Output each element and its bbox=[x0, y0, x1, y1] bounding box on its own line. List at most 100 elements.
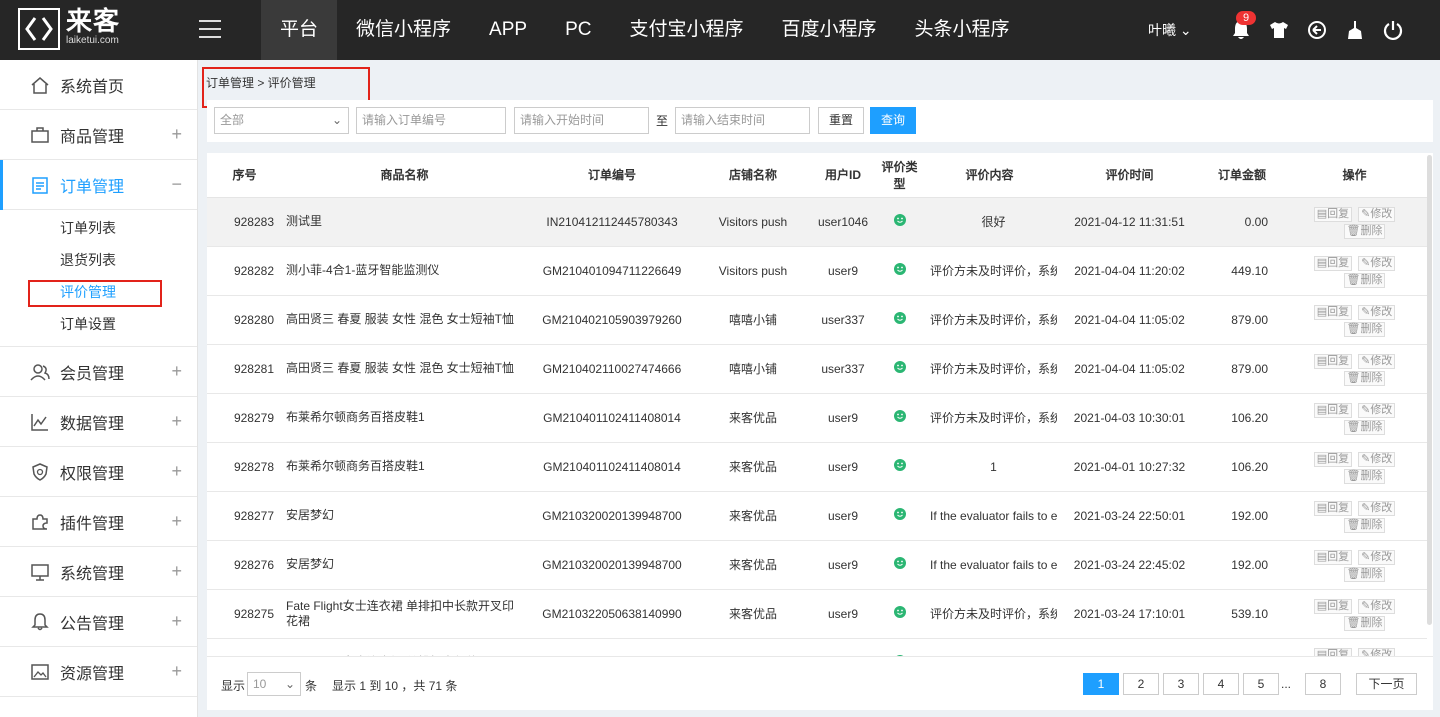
edit-button[interactable]: ✎修改 bbox=[1358, 451, 1396, 467]
table-scrollbar[interactable] bbox=[1427, 155, 1432, 625]
reply-button[interactable]: ▤回复 bbox=[1313, 402, 1353, 418]
next-page-button[interactable]: 下一页 bbox=[1356, 673, 1417, 695]
delete-button[interactable]: 🗑删除 bbox=[1343, 223, 1386, 239]
filter-bar: 全部 ⌄ 请输入订单编号 请输入开始时间 至 请输入结束时间 重置 查询 bbox=[207, 100, 1433, 142]
edit-button[interactable]: ✎修改 bbox=[1358, 402, 1396, 418]
end-time-input[interactable]: 请输入结束时间 bbox=[675, 107, 810, 134]
edit-button[interactable]: ✎修改 bbox=[1358, 500, 1396, 516]
reply-button[interactable]: ▤回复 bbox=[1313, 304, 1353, 320]
plus-icon[interactable]: + bbox=[171, 124, 182, 145]
sidebar-item[interactable]: 插件管理 + bbox=[0, 497, 197, 547]
reply-button[interactable]: ▤回复 bbox=[1313, 353, 1353, 369]
submenu: 订单列表 退货列表 评价管理 订单设置 bbox=[0, 210, 197, 347]
nav-tab[interactable]: 百度小程序 bbox=[762, 0, 895, 60]
row-id: 928278 bbox=[233, 459, 274, 474]
edit-button[interactable]: ✎修改 bbox=[1358, 206, 1396, 222]
order-no: GM210401102411408014 bbox=[543, 459, 681, 474]
clean-button[interactable] bbox=[1336, 15, 1374, 45]
plus-icon[interactable]: + bbox=[171, 511, 182, 532]
page-size-select[interactable]: 10 ⌄ bbox=[247, 672, 301, 696]
sidebar-item[interactable]: 订单管理 − bbox=[0, 160, 197, 210]
sidebar-item[interactable]: 会员管理 + bbox=[0, 347, 197, 397]
plus-icon[interactable]: + bbox=[171, 561, 182, 582]
logo-mark bbox=[18, 8, 60, 50]
nav-tab[interactable]: 头条小程序 bbox=[896, 0, 1029, 60]
product-name: 布莱希尔顿商务百搭皮鞋1 bbox=[286, 459, 425, 473]
edit-label: 修改 bbox=[1370, 256, 1393, 269]
nav-tab[interactable]: 平台 bbox=[261, 0, 338, 60]
delete-button[interactable]: 🗑删除 bbox=[1343, 468, 1386, 484]
delete-button[interactable]: 🗑删除 bbox=[1343, 419, 1386, 435]
page-info: 显示 1 到 10 ，共 71 条 bbox=[332, 679, 458, 693]
column-header: 店铺名称 bbox=[697, 153, 809, 198]
edit-button[interactable]: ✎修改 bbox=[1358, 353, 1396, 369]
edit-button[interactable]: ✎修改 bbox=[1358, 304, 1396, 320]
delete-button[interactable]: 🗑删除 bbox=[1343, 272, 1386, 288]
notification-button[interactable]: 9 bbox=[1222, 11, 1260, 45]
sidebar-item[interactable]: 权限管理 + bbox=[0, 447, 197, 497]
logo[interactable]: 来客 laiketui.com bbox=[18, 8, 120, 50]
edit-button[interactable]: ✎修改 bbox=[1358, 549, 1396, 565]
page-button[interactable]: 4 bbox=[1203, 673, 1239, 695]
page-button[interactable]: 1 bbox=[1083, 673, 1119, 695]
reply-button[interactable]: ▤回复 bbox=[1313, 206, 1353, 222]
user-menu[interactable]: 叶曦 ⌄ bbox=[1148, 20, 1192, 40]
edit-button[interactable]: ✎修改 bbox=[1358, 255, 1396, 271]
plus-icon[interactable]: + bbox=[171, 461, 182, 482]
sidebar-item[interactable]: 系统首页 bbox=[0, 60, 197, 110]
submenu-item[interactable]: 订单设置 bbox=[0, 308, 197, 340]
reply-button[interactable]: ▤回复 bbox=[1313, 598, 1353, 614]
nav-tab[interactable]: 支付宝小程序 bbox=[610, 0, 762, 60]
user-id: user9 bbox=[827, 410, 859, 425]
page-button[interactable]: 2 bbox=[1123, 673, 1159, 695]
delete-button[interactable]: 🗑删除 bbox=[1343, 615, 1386, 631]
nav-tab[interactable]: PC bbox=[546, 0, 610, 60]
status-select[interactable]: 全部 ⌄ bbox=[214, 107, 349, 134]
reset-button[interactable]: 重置 bbox=[818, 107, 865, 134]
sidebar-item[interactable]: 系统管理 + bbox=[0, 547, 197, 597]
page-button[interactable]: 5 bbox=[1243, 673, 1279, 695]
shirt-button[interactable] bbox=[1260, 15, 1298, 45]
reply-button[interactable]: ▤回复 bbox=[1313, 451, 1353, 467]
plus-icon[interactable]: + bbox=[171, 611, 182, 632]
page-button[interactable]: 8 bbox=[1305, 673, 1341, 695]
page-button[interactable]: 3 bbox=[1163, 673, 1199, 695]
query-button[interactable]: 查询 bbox=[870, 107, 917, 134]
table-row: 928281 高田贤三 春夏 服装 女性 混色 女士短袖T恤 GM210402110… bbox=[207, 344, 1427, 394]
store-name: 嘻嘻小铺 bbox=[728, 313, 777, 327]
order-no-input[interactable]: 请输入订单编号 bbox=[356, 107, 506, 134]
back-button[interactable] bbox=[1298, 15, 1336, 45]
reply-label: 回复 bbox=[1327, 452, 1350, 465]
sidebar-item[interactable]: 数据管理 + bbox=[0, 397, 197, 447]
reply-button[interactable]: ▤回复 bbox=[1313, 549, 1353, 565]
nav-tab[interactable]: APP bbox=[470, 0, 546, 60]
delete-button[interactable]: 🗑删除 bbox=[1343, 566, 1386, 582]
reply-icon: ▤ bbox=[1316, 207, 1328, 220]
menu-toggle-icon[interactable] bbox=[199, 20, 221, 38]
edit-button[interactable]: ✎修改 bbox=[1358, 598, 1396, 614]
edit-label: 修改 bbox=[1370, 550, 1393, 563]
start-time-input[interactable]: 请输入开始时间 bbox=[514, 107, 649, 134]
delete-label: 删除 bbox=[1360, 273, 1383, 286]
sidebar-item[interactable]: 资源管理 + bbox=[0, 647, 197, 697]
plus-icon[interactable]: + bbox=[171, 661, 182, 682]
minus-icon[interactable]: − bbox=[171, 174, 182, 195]
reply-button[interactable]: ▤回复 bbox=[1313, 255, 1353, 271]
column-header: 订单编号 bbox=[527, 153, 697, 198]
delete-label: 删除 bbox=[1360, 518, 1383, 531]
sidebar-item[interactable]: 公告管理 + bbox=[0, 597, 197, 647]
submenu-item[interactable]: 订单列表 bbox=[0, 212, 197, 244]
sidebar-item[interactable]: 商品管理 + bbox=[0, 110, 197, 160]
review-time: 2021-04-04 11:20:02 bbox=[1074, 263, 1185, 278]
nav-tab[interactable]: 微信小程序 bbox=[337, 0, 470, 60]
plus-icon[interactable]: + bbox=[171, 361, 182, 382]
delete-button[interactable]: 🗑删除 bbox=[1343, 370, 1386, 386]
reply-button[interactable]: ▤回复 bbox=[1313, 500, 1353, 516]
delete-button[interactable]: 🗑删除 bbox=[1343, 517, 1386, 533]
submenu-item[interactable]: 退货列表 bbox=[0, 244, 197, 276]
delete-button[interactable]: 🗑删除 bbox=[1343, 321, 1386, 337]
user-id: user9 bbox=[827, 263, 859, 278]
plus-icon[interactable]: + bbox=[171, 411, 182, 432]
page-size-value: 10 bbox=[253, 677, 267, 691]
logout-button[interactable] bbox=[1374, 15, 1412, 45]
